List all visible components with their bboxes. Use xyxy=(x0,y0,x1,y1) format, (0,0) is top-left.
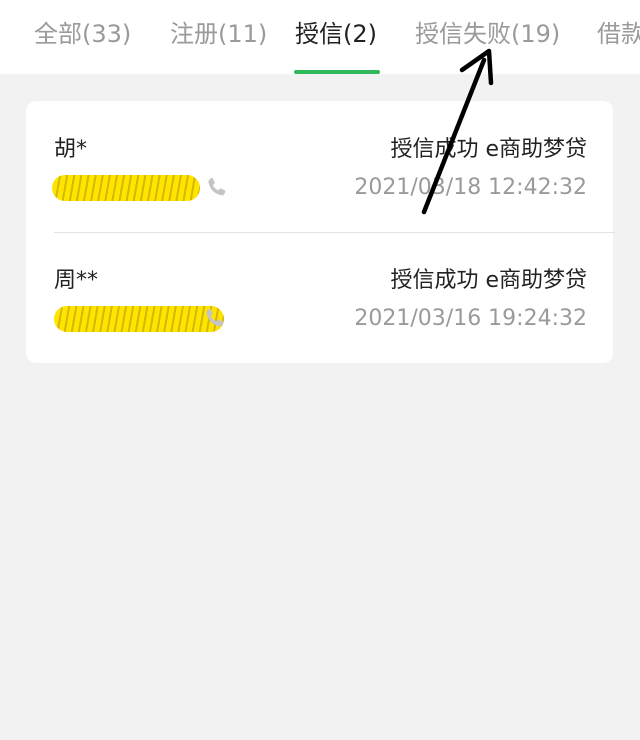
phone-icon[interactable] xyxy=(202,306,228,332)
phone-icon[interactable] xyxy=(204,175,230,201)
tab-loan[interactable]: 借款 xyxy=(597,14,640,54)
timestamp: 2021/03/16 19:24:32 xyxy=(354,306,587,331)
tab-credit-failed[interactable]: 授信失败(19) xyxy=(415,14,560,54)
tab-registered[interactable]: 注册(11) xyxy=(170,14,267,54)
records-card: 胡* 授信成功 e商助梦贷 2021/03/18 12:42:32 周** 授信… xyxy=(26,101,615,363)
redacted-phone-number xyxy=(52,175,200,201)
list-item[interactable]: 周** 授信成功 e商助梦贷 2021/03/16 19:24:32 xyxy=(26,232,613,363)
active-tab-indicator xyxy=(294,70,380,74)
tab-all[interactable]: 全部(33) xyxy=(34,14,131,54)
timestamp: 2021/03/18 12:42:32 xyxy=(354,175,587,200)
list-item[interactable]: 胡* 授信成功 e商助梦贷 2021/03/18 12:42:32 xyxy=(26,101,613,232)
credit-status: 授信成功 e商助梦贷 xyxy=(390,137,587,162)
credit-status: 授信成功 e商助梦贷 xyxy=(390,268,587,293)
tab-bar: 全部(33) 注册(11) 授信(2) 授信失败(19) 借款 xyxy=(0,0,640,74)
customer-name: 胡* xyxy=(54,137,88,162)
tab-credit-granted[interactable]: 授信(2) xyxy=(295,14,377,54)
redacted-phone-number xyxy=(54,306,224,332)
customer-name: 周** xyxy=(54,268,99,293)
